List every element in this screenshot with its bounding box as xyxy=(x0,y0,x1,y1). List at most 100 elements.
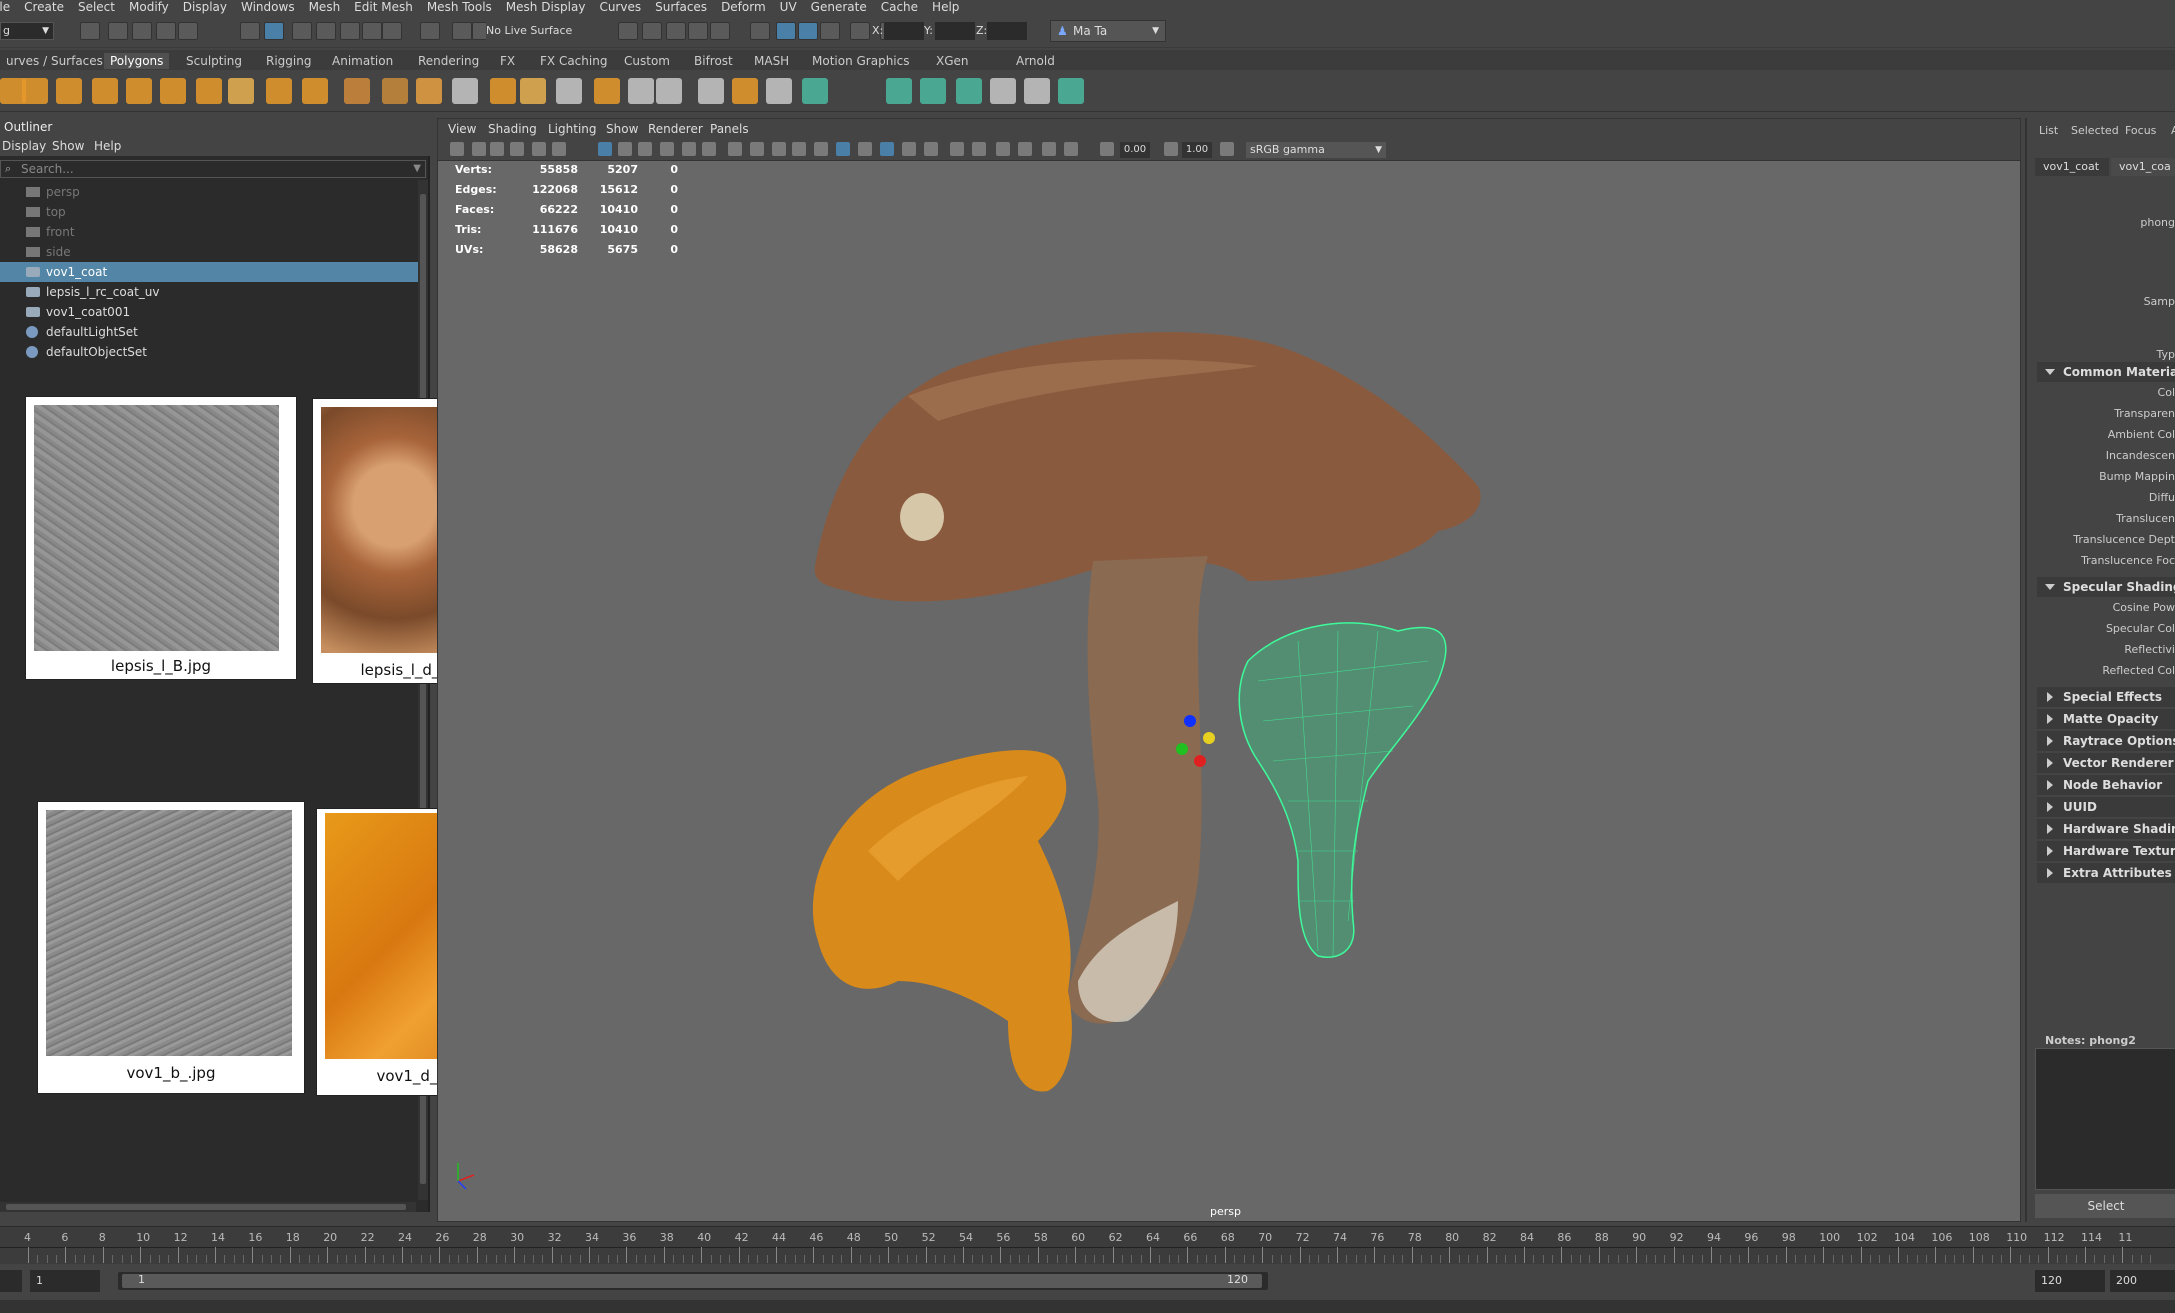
gamma-field[interactable]: 1.00 xyxy=(1182,142,1212,158)
shelf-tool-icon[interactable] xyxy=(266,78,292,104)
snap-point-icon[interactable] xyxy=(382,22,402,40)
menu-create[interactable]: Create xyxy=(24,0,64,14)
outliner-item[interactable]: persp xyxy=(0,182,418,202)
menu-curves[interactable]: Curves xyxy=(599,0,641,14)
viewport-tool-icon[interactable] xyxy=(972,142,986,156)
viewport-tool-icon[interactable] xyxy=(836,142,850,156)
shelf-tab-rendering[interactable]: Rendering xyxy=(412,53,485,69)
coord-x-input[interactable] xyxy=(884,22,924,40)
end-frame-field[interactable]: 120 xyxy=(2035,1270,2105,1292)
range-slider[interactable]: 1 120 xyxy=(118,1272,1268,1290)
viewport-tool-icon[interactable] xyxy=(638,142,652,156)
menu-cache[interactable]: Cache xyxy=(881,0,918,14)
shelf-tool-icon[interactable] xyxy=(56,78,82,104)
select-object-icon[interactable] xyxy=(264,22,284,40)
menu-uv[interactable]: UV xyxy=(780,0,797,14)
shelf-tool-icon[interactable] xyxy=(802,78,828,104)
hypershade-icon[interactable] xyxy=(688,22,708,40)
viewport-menu-panels[interactable]: Panels xyxy=(710,122,749,136)
shelf-tab-fx-caching[interactable]: FX Caching xyxy=(534,53,613,69)
menu-display[interactable]: Display xyxy=(183,0,227,14)
outliner-menu-help[interactable]: Help xyxy=(94,139,121,153)
viewport-tool-icon[interactable] xyxy=(552,142,566,156)
select-button[interactable]: Select xyxy=(2035,1194,2175,1218)
outliner-item[interactable]: lepsis_l_rc_coat_uv xyxy=(0,282,418,302)
attr-section-header[interactable]: UUID xyxy=(2037,797,2175,817)
shelf-tool-icon[interactable] xyxy=(228,78,254,104)
attr-section-header[interactable]: Extra Attributes xyxy=(2037,863,2175,883)
shelf-tool-icon[interactable] xyxy=(990,78,1016,104)
light-editor-icon[interactable] xyxy=(776,22,796,40)
shelf-tool-icon[interactable] xyxy=(490,78,516,104)
outliner-item[interactable]: side xyxy=(0,242,418,262)
outliner-hscrollbar-thumb[interactable] xyxy=(6,1204,406,1210)
viewport-tool-icon[interactable] xyxy=(858,142,872,156)
attr-editor-menu-a[interactable]: A xyxy=(2171,124,2175,137)
texture-thumbnail[interactable]: lepsis_l_B.jpg xyxy=(25,396,297,680)
outliner-item[interactable]: top xyxy=(0,202,418,222)
texture-thumbnail[interactable]: vov1_b_.jpg xyxy=(37,801,305,1094)
shelf-tab-sculpting[interactable]: Sculpting xyxy=(180,53,248,69)
outliner-menu-show[interactable]: Show xyxy=(52,139,84,153)
shelf-tool-icon[interactable] xyxy=(520,78,546,104)
start-frame-field[interactable] xyxy=(0,1270,22,1292)
shelf-tool-icon[interactable] xyxy=(594,78,620,104)
viewport-menu-view[interactable]: View xyxy=(448,122,476,136)
menu-modify[interactable]: Modify xyxy=(129,0,169,14)
shelf-tool-icon[interactable] xyxy=(732,78,758,104)
shelf-tool-icon[interactable] xyxy=(1024,78,1050,104)
user-dropdown[interactable]: ♟ Ma Ta ▼ xyxy=(1050,20,1166,42)
attr-section-header[interactable]: Special Effects xyxy=(2037,687,2175,707)
ipr-icon[interactable] xyxy=(642,22,662,40)
viewport-tool-icon[interactable] xyxy=(450,142,464,156)
snap-view-icon[interactable] xyxy=(420,22,440,40)
menu-mesh[interactable]: Mesh xyxy=(309,0,341,14)
shelf-tool-icon[interactable] xyxy=(1058,78,1084,104)
viewport-tool-icon[interactable] xyxy=(792,142,806,156)
shelf-tool-icon[interactable] xyxy=(126,78,152,104)
attr-section-header[interactable]: Common Material A xyxy=(2037,362,2175,382)
shelf-tab-xgen[interactable]: XGen xyxy=(930,53,975,69)
viewport-tool-icon[interactable] xyxy=(472,142,486,156)
live-surface-field[interactable]: No Live Surface xyxy=(486,22,590,40)
menu-deform[interactable]: Deform xyxy=(721,0,766,14)
menu-help[interactable]: Help xyxy=(932,0,959,14)
shelf-tool-icon[interactable] xyxy=(698,78,724,104)
viewport-tool-icon[interactable] xyxy=(532,142,546,156)
menu-generate[interactable]: Generate xyxy=(811,0,867,14)
shelf-tool-icon[interactable] xyxy=(196,78,222,104)
chevron-down-icon[interactable]: ▼ xyxy=(413,161,421,177)
outliner-search-input[interactable]: ⌕ Search... ▼ xyxy=(0,160,426,178)
menu-mesh-tools[interactable]: Mesh Tools xyxy=(427,0,492,14)
open-scene-icon[interactable] xyxy=(108,22,128,40)
attr-section-header[interactable]: Node Behavior xyxy=(2037,775,2175,795)
shelf-tab-fx[interactable]: FX xyxy=(494,53,521,69)
viewport-tool-icon[interactable] xyxy=(490,142,504,156)
viewport-tool-icon[interactable] xyxy=(902,142,916,156)
shelf-tool-icon[interactable] xyxy=(556,78,582,104)
camera-icon[interactable] xyxy=(750,22,770,40)
shelf-tool-icon[interactable] xyxy=(344,78,370,104)
menu-windows[interactable]: Windows xyxy=(241,0,295,14)
shelf-tool-icon[interactable] xyxy=(628,78,654,104)
outliner-item[interactable]: vov1_coat001 xyxy=(0,302,418,322)
viewport-tool-icon[interactable] xyxy=(1164,142,1178,156)
select-hierarchy-icon[interactable] xyxy=(240,22,260,40)
menu-file[interactable]: File xyxy=(0,0,10,14)
viewport-tool-icon[interactable] xyxy=(1064,142,1078,156)
outliner-item[interactable]: defaultLightSet xyxy=(0,322,418,342)
time-slider[interactable]: 4 6 8 10 12 14 16 18 20 22 24 26 28 30 32 34 36 38 40 42 44 4… xyxy=(0,1226,2175,1264)
outliner-hscrollbar[interactable] xyxy=(0,1202,416,1212)
shelf-tool-icon[interactable] xyxy=(886,78,912,104)
shelf-tab-arnold[interactable]: Arnold xyxy=(1010,53,1061,69)
save-scene-icon[interactable] xyxy=(132,22,152,40)
attr-editor-menu-list[interactable]: List xyxy=(2039,124,2058,137)
notes-field[interactable] xyxy=(2035,1048,2175,1190)
viewport-tool-icon[interactable] xyxy=(924,142,938,156)
shelf-tab-custom[interactable]: Custom xyxy=(618,53,676,69)
shelf-tool-icon[interactable] xyxy=(920,78,946,104)
shelf-tool-icon[interactable] xyxy=(416,78,442,104)
render-settings-icon[interactable] xyxy=(666,22,686,40)
undo-icon[interactable] xyxy=(156,22,176,40)
attr-section-header[interactable]: Specular Shading xyxy=(2037,577,2175,597)
